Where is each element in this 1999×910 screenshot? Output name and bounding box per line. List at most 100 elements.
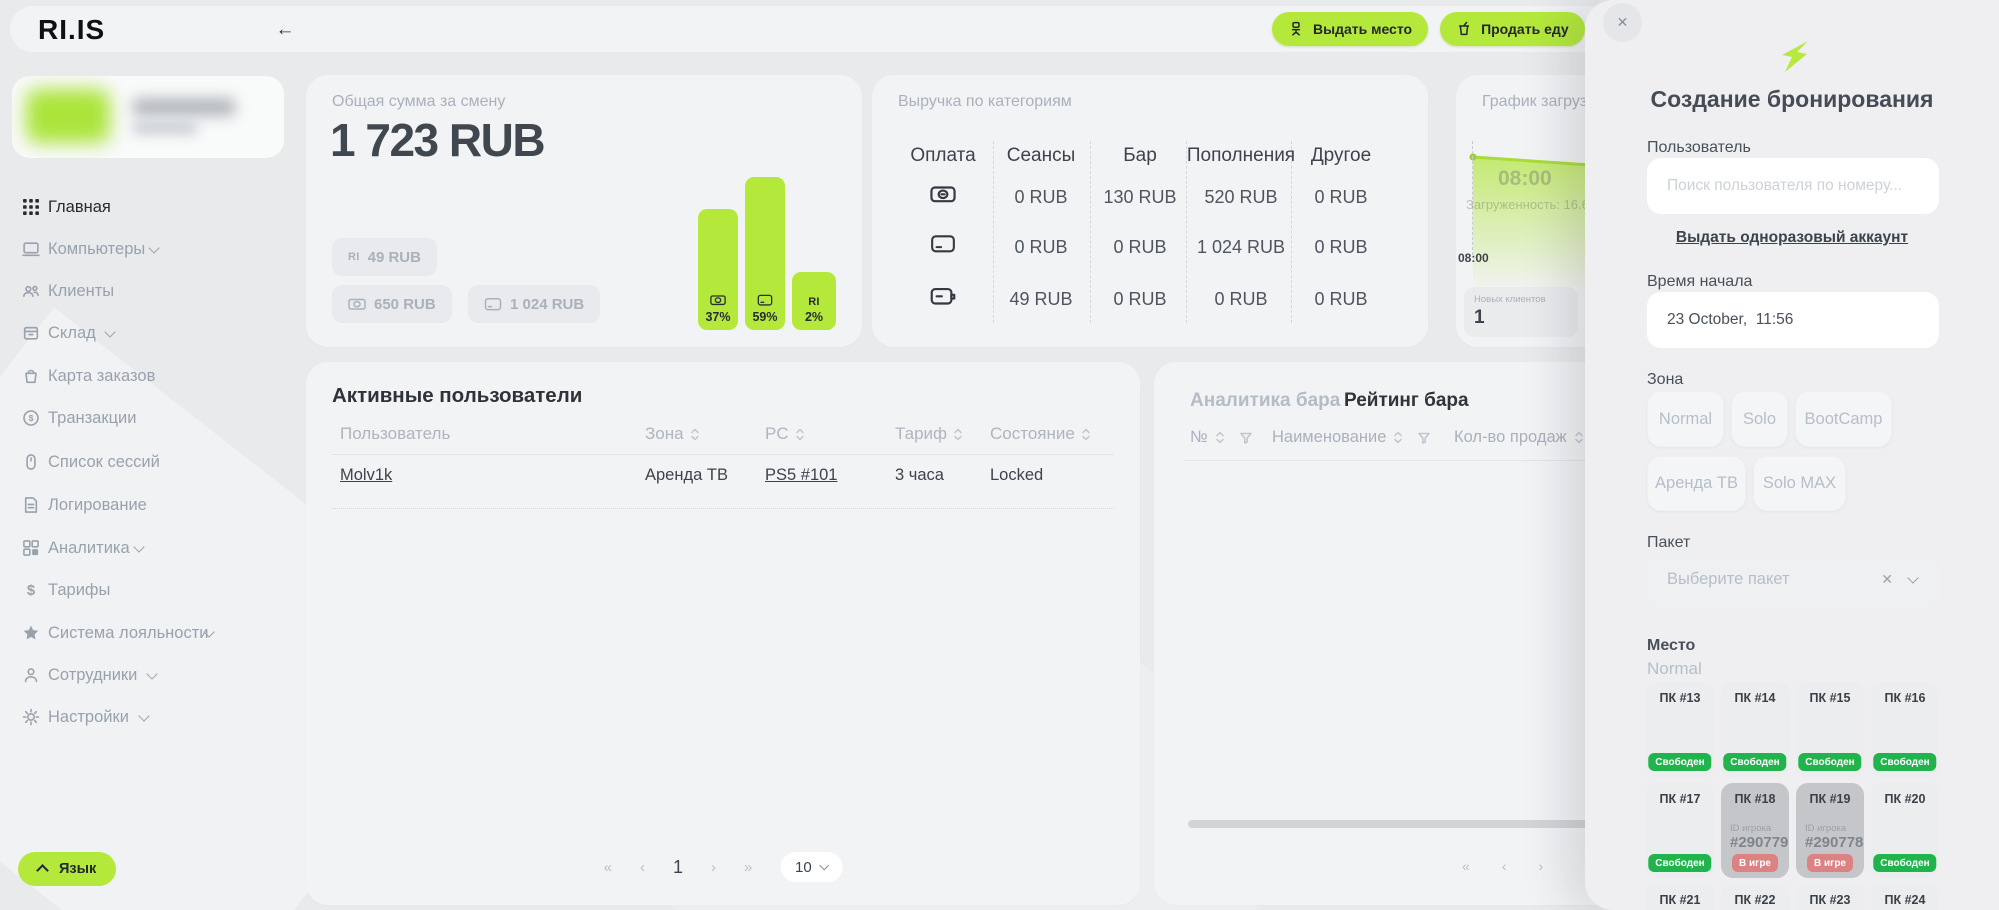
sidebar-item-orders-map[interactable]: Карта заказов	[0, 363, 296, 389]
language-button[interactable]: Язык	[18, 852, 116, 886]
seat-pc-24[interactable]: ПК #24	[1871, 884, 1939, 910]
bar-percent: 2%	[805, 310, 823, 324]
zone-button-normal[interactable]: Normal	[1647, 391, 1724, 447]
sidebar-item-sessions[interactable]: Список сессий	[0, 449, 296, 475]
user-link[interactable]: Molv1k	[340, 466, 392, 485]
first-page-button[interactable]: «	[604, 859, 612, 876]
start-time-label: Время начала	[1647, 273, 1752, 291]
sidebar-item-loyalty[interactable]: Система лояльности	[0, 620, 296, 646]
sidebar-item-computers[interactable]: Компьютеры	[0, 236, 296, 262]
card-title: Активные пользователи	[332, 384, 582, 408]
document-icon	[22, 496, 40, 514]
shift-total-card: Общая сумма за смену 1 723 RUB RI 49 RUB…	[306, 75, 862, 347]
sidebar-item-settings[interactable]: Настройки	[0, 704, 296, 730]
food-bag-icon	[22, 367, 40, 385]
zone-button-solo-max[interactable]: Solo MAX	[1753, 456, 1846, 511]
card-share-bar[interactable]: 59%	[745, 177, 785, 330]
sidebar-item-logging[interactable]: Логирование	[0, 492, 296, 518]
seat-pc-19[interactable]: ПК #19 ID игрока #290778 В игре	[1796, 783, 1864, 878]
card-title: Выручка по категориям	[898, 93, 1072, 111]
last-page-button[interactable]: »	[744, 859, 752, 876]
bonus-total-chip: RI 49 RUB	[332, 238, 437, 276]
seat-pc-17[interactable]: ПК #17 Свободен	[1646, 783, 1714, 878]
sort-icon[interactable]	[953, 428, 963, 441]
pc-link[interactable]: PS5 #101	[765, 466, 837, 485]
column-header-tariff[interactable]: Тариф	[895, 424, 963, 444]
prev-page-button[interactable]: ‹	[1502, 858, 1507, 874]
column-header-name[interactable]: Наименование	[1272, 428, 1430, 447]
sidebar-item-label: Сотрудники	[48, 666, 137, 685]
sidebar-item-warehouse[interactable]: Склад	[0, 320, 296, 346]
sidebar-item-analytics[interactable]: Аналитика	[0, 535, 296, 561]
chevron-up-icon	[36, 864, 49, 877]
page-size-select[interactable]: 10	[780, 852, 842, 882]
column-header-pc[interactable]: PC	[765, 424, 805, 444]
zone-button-bootcamp[interactable]: BootCamp	[1795, 391, 1892, 447]
users-icon	[22, 282, 40, 300]
revenue-by-category-card: Выручка по категориям Оплата Сеансы Бар …	[872, 75, 1428, 347]
sidebar-item-clients[interactable]: Клиенты	[0, 278, 296, 304]
clear-icon[interactable]: ✕	[1881, 571, 1893, 588]
brand-icon: RI	[808, 296, 820, 308]
tab-bar-analytics[interactable]: Аналитика бара	[1190, 390, 1340, 412]
sort-icon[interactable]	[1081, 428, 1091, 441]
seat-pc-21[interactable]: ПК #21	[1646, 884, 1714, 910]
chevron-down-icon	[133, 541, 144, 552]
issue-seat-button[interactable]: Выдать место	[1272, 12, 1428, 46]
filter-icon[interactable]	[1240, 432, 1252, 444]
star-icon	[22, 624, 40, 642]
seat-pc-15[interactable]: ПК #15 Свободен	[1796, 682, 1864, 777]
sort-icon[interactable]	[1393, 431, 1403, 444]
status-badge: Свободен	[1723, 753, 1786, 771]
column-header-zone[interactable]: Зона	[645, 424, 700, 444]
gear-icon	[22, 708, 40, 726]
package-select[interactable]: Выберите пакет ✕	[1647, 553, 1939, 608]
seat-pc-23[interactable]: ПК #23	[1796, 884, 1864, 910]
player-id-label: ID игрока	[1805, 823, 1846, 834]
sidebar-item-employees[interactable]: Сотрудники	[0, 662, 296, 688]
back-button[interactable]: ←	[272, 17, 298, 43]
sell-food-label: Продать еду	[1481, 21, 1569, 37]
wallet-icon	[930, 283, 956, 309]
x-axis-tick: 08:00	[1458, 251, 1489, 265]
seat-pc-13[interactable]: ПК #13 Свободен	[1646, 682, 1714, 777]
one-time-account-link[interactable]: Выдать одноразовый аккаунт	[1585, 229, 1999, 247]
sidebar-item-label: Список сессий	[48, 453, 160, 472]
chevron-down-icon	[1907, 572, 1918, 583]
seat-pc-18[interactable]: ПК #18 ID игрока #290779 В игре	[1721, 783, 1789, 878]
sidebar-item-label: Тарифы	[48, 581, 110, 600]
seat-pc-14[interactable]: ПК #14 Свободен	[1721, 682, 1789, 777]
user-search-input[interactable]	[1647, 158, 1939, 214]
next-page-button[interactable]: ›	[711, 859, 716, 876]
cash-share-bar[interactable]: 37%	[698, 209, 738, 330]
sidebar-item-label: Клиенты	[48, 282, 114, 301]
sort-icon[interactable]	[690, 428, 700, 441]
profile-card[interactable]	[12, 76, 284, 158]
first-page-button[interactable]: «	[1462, 858, 1470, 874]
sell-food-button[interactable]: Продать еду	[1440, 12, 1585, 46]
column-header-sales-count[interactable]: Кол-во продаж	[1454, 428, 1584, 447]
seat-pc-22[interactable]: ПК #22	[1721, 884, 1789, 910]
zone-button-solo[interactable]: Solo	[1731, 391, 1788, 447]
bonus-share-bar[interactable]: RI 2%	[792, 272, 836, 330]
zone-button-tv-rent[interactable]: Аренда ТВ	[1647, 456, 1746, 511]
prev-page-button[interactable]: ‹	[640, 859, 645, 876]
filter-icon[interactable]	[1418, 432, 1430, 444]
column-header: Пополнения	[1187, 145, 1295, 167]
sidebar-item-tariffs[interactable]: $ Тарифы	[0, 577, 296, 603]
next-page-button[interactable]: ›	[1538, 858, 1543, 874]
sidebar-item-transactions[interactable]: $ Транзакции	[0, 405, 296, 431]
sort-icon[interactable]	[1215, 431, 1225, 444]
seat-pc-20[interactable]: ПК #20 Свободен	[1871, 783, 1939, 878]
sort-icon[interactable]	[795, 428, 805, 441]
start-time-input[interactable]	[1647, 292, 1939, 348]
chevron-down-icon	[104, 326, 115, 337]
column-header-state[interactable]: Состояние	[990, 424, 1091, 444]
sidebar-item-home[interactable]: Главная	[0, 194, 296, 220]
seat-pc-16[interactable]: ПК #16 Свободен	[1871, 682, 1939, 777]
sort-icon[interactable]	[1574, 431, 1584, 444]
tab-bar-rating[interactable]: Рейтинг бара	[1344, 390, 1469, 412]
lightning-bolt-icon	[1781, 41, 1808, 78]
column-header-number[interactable]: №	[1190, 428, 1252, 447]
close-panel-button[interactable]: ✕	[1603, 3, 1642, 42]
